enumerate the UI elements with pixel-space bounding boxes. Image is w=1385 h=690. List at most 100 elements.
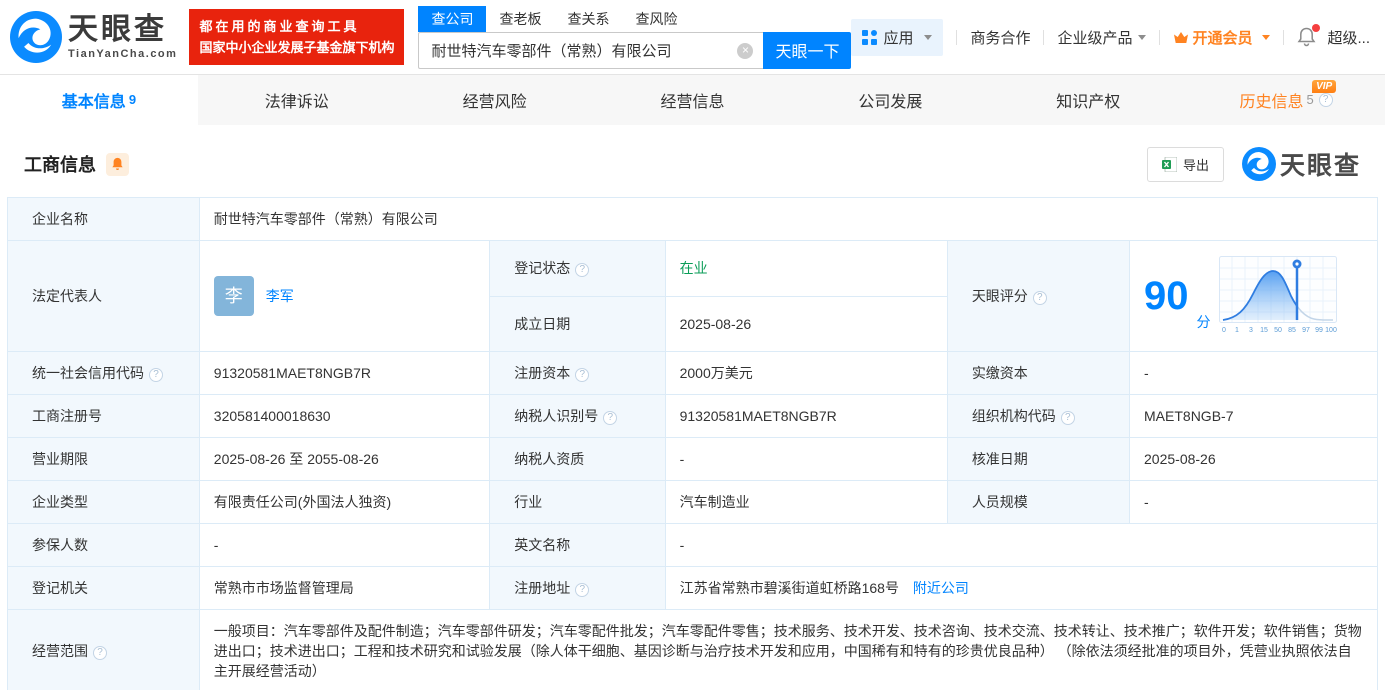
apps-menu-button[interactable]: 应用 — [851, 18, 944, 56]
logo-title: 天眼查 — [68, 12, 167, 46]
tab-label: 经营风险 — [462, 94, 527, 111]
search-tab-relation[interactable]: 查关系 — [554, 6, 622, 32]
nav-cooperation[interactable]: 商务合作 — [970, 27, 1030, 48]
field-label-reg-capital: 注册资本 — [489, 351, 666, 395]
help-icon[interactable] — [603, 411, 618, 425]
field-value-industry: 汽车制造业 — [664, 480, 948, 524]
svg-text:99: 99 — [1315, 327, 1323, 334]
svg-text:100: 100 — [1325, 327, 1337, 334]
logo-domain: TianYanCha.com — [68, 47, 178, 60]
help-icon[interactable] — [93, 646, 107, 660]
help-icon[interactable] — [1318, 93, 1333, 107]
chevron-down-icon — [924, 34, 933, 44]
field-value-org-code: MAET8NGB-7 — [1129, 394, 1378, 438]
export-button[interactable]: 导出 — [1146, 146, 1224, 182]
score-value: 90 — [1144, 274, 1189, 318]
table-row: 企业类型 有限责任公司(外国法人独资) 行业 汽车制造业 人员规模 - — [7, 480, 1378, 524]
clear-icon[interactable] — [737, 42, 754, 59]
svg-text:0: 0 — [1222, 327, 1226, 334]
nearby-companies-link[interactable]: 附近公司 — [913, 580, 969, 596]
field-label-credit-code: 统一社会信用代码 — [7, 351, 200, 395]
header-nav: 应用 商务合作 企业级产品 开通会员 超级... — [851, 18, 1385, 56]
field-value-paid-capital: - — [1129, 351, 1378, 395]
search-button[interactable]: 天眼一下 — [763, 31, 852, 69]
field-value-english-name: - — [664, 523, 1379, 567]
slogan-banner: 都在用的商业查询工具 国家中小企业发展子基金旗下机构 — [189, 8, 405, 66]
page-tab-bar: 基本信息 9 法律诉讼 经营风险 经营信息 公司发展 知识产权 VIP 历史信息… — [0, 75, 1385, 125]
score-axis-labels: 0 1 3 15 50 85 97 99 100 — [1222, 327, 1337, 334]
nav-open-vip[interactable]: 开通会员 — [1173, 27, 1270, 48]
tab-operating-risk[interactable]: 经营风险 — [396, 75, 594, 125]
tab-count: 5 — [1306, 91, 1314, 107]
monitor-bell-button[interactable] — [106, 152, 129, 176]
help-icon[interactable] — [575, 583, 590, 597]
field-label-score: 天眼评分 — [946, 240, 1131, 352]
svg-text:3: 3 — [1249, 327, 1253, 334]
svg-text:1: 1 — [1235, 327, 1239, 334]
help-icon[interactable] — [575, 368, 590, 382]
field-label-taxpayer-id: 纳税人识别号 — [489, 394, 666, 438]
export-label: 导出 — [1182, 157, 1209, 173]
table-row: 工商注册号 320581400018630 纳税人识别号 91320581MAE… — [7, 394, 1378, 438]
search-tab-company[interactable]: 查公司 — [418, 5, 487, 32]
avatar[interactable]: 李 — [213, 276, 254, 316]
tianyancha-logo-icon — [1241, 147, 1276, 181]
field-label-english-name: 英文名称 — [489, 523, 666, 567]
field-value-score: 90 分 0 1 3 15 50 85 97 99 100 — [1129, 240, 1378, 352]
field-value-insured-count: - — [198, 523, 491, 567]
field-label-staff-size: 人员规模 — [946, 480, 1131, 524]
tianyancha-logo[interactable]: 天眼查 TianYanCha.com — [10, 11, 177, 63]
tab-legal[interactable]: 法律诉讼 — [198, 75, 396, 125]
field-value-reg-capital: 2000万美元 — [664, 351, 948, 395]
nav-enterprise-products[interactable]: 企业级产品 — [1057, 27, 1146, 48]
field-label-establish-date: 成立日期 — [489, 295, 666, 352]
field-value-reg-address: 江苏省常熟市碧溪街道虹桥路168号 附近公司 — [664, 566, 1379, 610]
business-info-table: 企业名称 耐世特汽车零部件（常熟）有限公司 法定代表人 李 李军 登记状态 在业… — [7, 197, 1379, 690]
field-value-staff-size: - — [1129, 480, 1378, 524]
table-row: 经营范围 一般项目：汽车零部件及配件制造；汽车零部件研发；汽车零配件批发；汽车零… — [7, 609, 1379, 690]
legal-rep-link[interactable]: 李军 — [266, 286, 294, 306]
section-title: 工商信息 — [24, 155, 96, 175]
search-input[interactable] — [418, 31, 764, 69]
vip-badge: VIP — [1312, 80, 1337, 93]
help-icon[interactable] — [575, 263, 590, 278]
slogan-line-2: 国家中小企业发展子基金旗下机构 — [199, 40, 395, 55]
field-value-business-scope: 一般项目：汽车零部件及配件制造；汽车零部件研发；汽车零配件批发；汽车零配件零售；… — [198, 609, 1379, 690]
field-label-paid-capital: 实缴资本 — [946, 351, 1131, 395]
notification-dot — [1311, 24, 1320, 32]
svg-text:15: 15 — [1260, 327, 1268, 334]
status-badge: 在业 — [679, 260, 708, 277]
divider — [1043, 29, 1045, 45]
help-icon[interactable] — [1060, 411, 1075, 425]
search-tab-risk[interactable]: 查风险 — [622, 6, 690, 32]
tab-label: 历史信息 — [1239, 94, 1304, 111]
tab-label: 基本信息 — [61, 94, 126, 111]
table-row: 登记机关 常熟市市场监督管理局 注册地址 江苏省常熟市碧溪街道虹桥路168号 附… — [7, 566, 1379, 610]
field-value-company-name: 耐世特汽车零部件（常熟）有限公司 — [198, 197, 1379, 241]
user-menu[interactable]: 超级... — [1328, 27, 1385, 48]
tab-basic-info[interactable]: 基本信息 9 — [0, 75, 198, 125]
tab-count: 9 — [128, 91, 137, 107]
field-label-reg-authority: 登记机关 — [7, 566, 200, 610]
nav-vip-label: 开通会员 — [1192, 29, 1253, 47]
search-tab-boss[interactable]: 查老板 — [486, 6, 554, 32]
tab-company-development[interactable]: 公司发展 — [791, 75, 989, 125]
slogan-line-1: 都在用的商业查询工具 — [199, 18, 360, 34]
divider — [956, 29, 958, 45]
search-area: 查公司 查老板 查关系 查风险 天眼一下 — [418, 5, 852, 69]
field-value-reg-authority: 常熟市市场监督管理局 — [198, 566, 491, 610]
help-icon[interactable] — [149, 368, 163, 382]
tab-history-info[interactable]: VIP 历史信息 5 — [1187, 75, 1385, 125]
field-value-company-type: 有限责任公司(外国法人独资) — [198, 480, 491, 524]
tab-intellectual-property[interactable]: 知识产权 — [989, 75, 1187, 125]
tab-label: 经营信息 — [660, 94, 725, 111]
help-icon[interactable] — [1032, 291, 1047, 305]
table-row: 法定代表人 李 李军 登记状态 在业 天眼评分 90 分 — [7, 240, 1378, 352]
field-value-taxpayer-id: 91320581MAET8NGB7R — [664, 394, 948, 438]
svg-text:97: 97 — [1302, 327, 1310, 334]
notifications-button[interactable] — [1297, 24, 1320, 47]
divider — [1282, 29, 1284, 45]
tab-operating-info[interactable]: 经营信息 — [594, 75, 792, 125]
divider — [1158, 29, 1160, 45]
field-label-insured-count: 参保人数 — [7, 523, 200, 567]
